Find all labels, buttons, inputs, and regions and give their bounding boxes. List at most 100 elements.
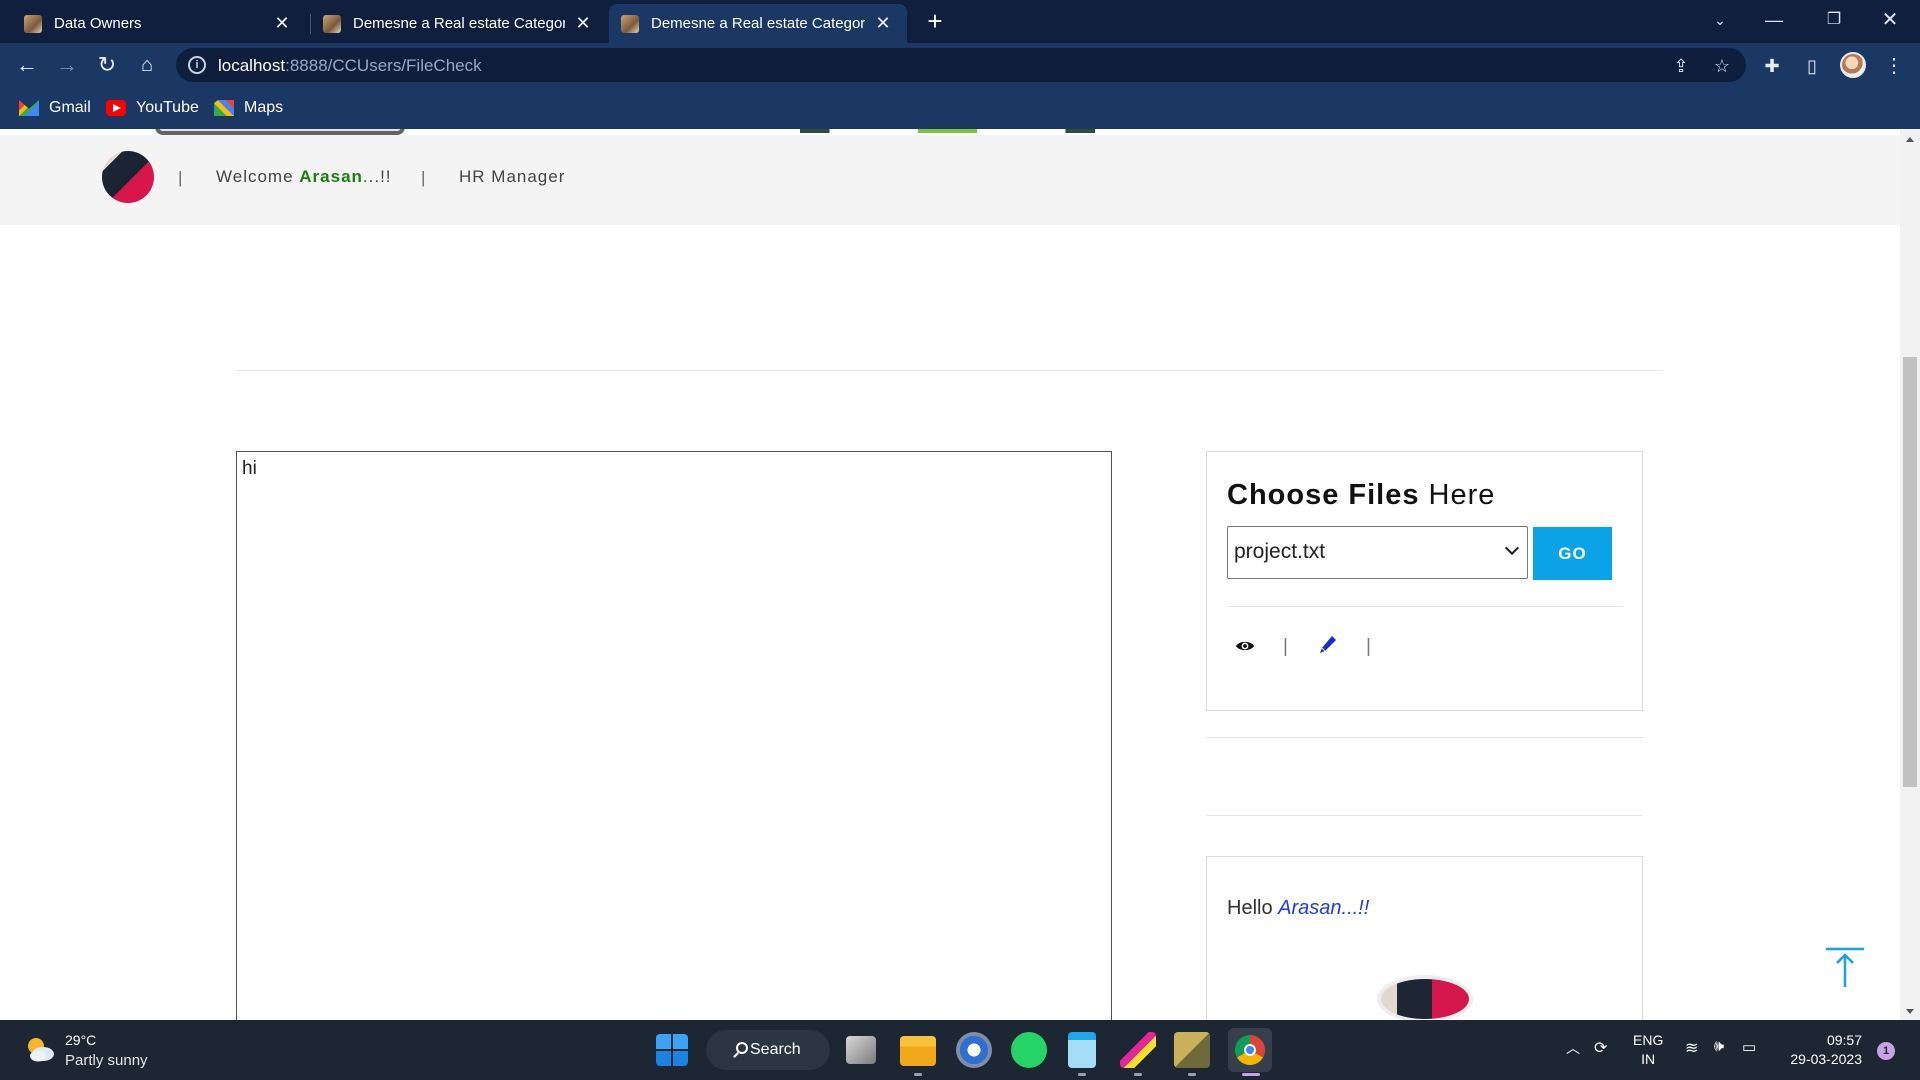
chrome-icon-center — [1244, 1044, 1256, 1056]
search-icon — [736, 1042, 748, 1054]
sidebar-divider — [1206, 815, 1643, 816]
home-icon[interactable]: ⌂ — [131, 49, 163, 81]
gmail-icon — [19, 100, 39, 116]
bookmark-gmail[interactable]: Gmail — [19, 96, 91, 120]
page-viewport: | Welcome Arasan...!! | HR Manager hi Ch… — [0, 129, 1900, 1020]
sidebar-divider — [1206, 737, 1643, 738]
edit-pencil-icon[interactable] — [1319, 635, 1337, 655]
maps-icon — [214, 100, 234, 116]
whatsapp-icon[interactable] — [1011, 1032, 1047, 1068]
bookmark-youtube[interactable]: YouTube — [106, 96, 199, 120]
hello-panel: Hello Arasan...!! — [1206, 856, 1643, 1020]
window-close-icon[interactable]: ✕ — [1862, 0, 1918, 40]
site-favicon-icon — [323, 14, 341, 33]
wifi-icon[interactable]: ≋ — [1685, 1038, 1698, 1058]
share-icon[interactable]: ⇪ — [1670, 55, 1692, 77]
bookmark-label: Gmail — [49, 99, 91, 116]
running-indicator — [1078, 1073, 1086, 1076]
separator: | — [178, 168, 183, 187]
active-indicator — [1242, 1073, 1260, 1076]
scroll-down-arrow-icon[interactable] — [1906, 1009, 1914, 1014]
tab-data-owners[interactable]: Data Owners ✕ — [12, 4, 306, 43]
notification-badge[interactable]: 1 — [1877, 1042, 1895, 1060]
bookmark-maps[interactable]: Maps — [214, 96, 283, 120]
user-avatar — [1377, 975, 1473, 1020]
scroll-up-arrow-icon[interactable] — [1906, 137, 1914, 142]
file-select-dropdown[interactable]: project.txt — [1227, 526, 1528, 579]
go-button[interactable]: GO — [1533, 527, 1612, 580]
running-indicator — [914, 1073, 922, 1076]
file-explorer-icon[interactable] — [900, 1036, 936, 1066]
welcome-bar: | Welcome Arasan...!! | HR Manager — [0, 135, 1900, 225]
file-content-textarea[interactable]: hi — [236, 451, 1112, 1020]
new-tab-icon[interactable]: + — [922, 6, 948, 36]
address-bar[interactable]: i localhost:8888/CCUsers/FileCheck ⇪ ☆ — [176, 48, 1746, 82]
scrollbar-thumb[interactable] — [1903, 357, 1917, 787]
separator: | — [421, 168, 426, 187]
tab-search-chevron-icon[interactable]: ⌄ — [1692, 0, 1748, 40]
battery-icon[interactable]: ▭ — [1742, 1038, 1756, 1056]
tab-title: Data Owners — [54, 15, 142, 32]
search-label: Search — [750, 1041, 801, 1058]
bookmark-label: Maps — [244, 99, 284, 116]
reload-icon[interactable]: ↻ — [91, 49, 123, 81]
panel-title: Choose Files Here — [1227, 479, 1496, 511]
panel-divider — [1227, 606, 1623, 607]
user-name: Arasan — [299, 167, 363, 186]
choose-files-panel: Choose Files Here project.txt GO | | — [1206, 451, 1643, 711]
site-favicon-icon — [621, 14, 639, 33]
extensions-icon[interactable]: ✚ — [1760, 54, 1784, 78]
page-scrollbar[interactable] — [1900, 129, 1920, 1020]
profile-avatar[interactable] — [1840, 52, 1866, 78]
input-language[interactable]: ENG IN — [1633, 1031, 1663, 1069]
chrome-taskbar-button[interactable] — [1228, 1028, 1272, 1072]
tab-demesne-active[interactable]: Demesne a Real estate Category ✕ — [609, 4, 907, 43]
address-url: localhost:8888/CCUsers/FileCheck — [218, 56, 482, 75]
youtube-icon — [106, 100, 126, 116]
user-role: HR Manager — [459, 167, 566, 186]
forward-icon[interactable]: → — [51, 49, 83, 81]
notepad-icon[interactable] — [1068, 1032, 1096, 1068]
tab-title: Demesne a Real estate Category — [353, 15, 565, 32]
browser-toolbar: ← → ↻ ⌂ i localhost:8888/CCUsers/FileChe… — [0, 43, 1920, 87]
section-divider — [236, 370, 1662, 371]
banner-image-fragment — [800, 129, 1095, 133]
paint-brush-app-icon[interactable] — [1120, 1032, 1156, 1068]
windows-taskbar: 29°C Partly sunny Search ︿ ⟳ ENG IN ≋ 🕪 … — [0, 1020, 1920, 1080]
task-view-icon[interactable] — [846, 1036, 876, 1064]
windows-start-icon[interactable] — [656, 1034, 688, 1066]
hello-message: Hello Arasan...!! — [1227, 897, 1370, 919]
chevron-down-icon — [1504, 540, 1520, 556]
sync-icon[interactable]: ⟳ — [1594, 1038, 1607, 1058]
running-indicator — [1134, 1073, 1142, 1076]
side-panel-icon[interactable]: ▯ — [1800, 54, 1824, 78]
hello-user-name: Arasan...!! — [1278, 897, 1370, 919]
minimize-icon[interactable]: — — [1746, 0, 1802, 40]
separator: | — [1283, 636, 1288, 657]
close-icon[interactable]: ✕ — [573, 13, 593, 34]
weather-description: Partly sunny — [65, 1052, 148, 1069]
settings-gear-icon[interactable] — [956, 1032, 992, 1068]
bookmarks-bar: Gmail YouTube Maps — [0, 87, 1920, 129]
server-app-icon[interactable] — [1174, 1032, 1210, 1068]
close-icon[interactable]: ✕ — [272, 13, 292, 34]
tab-demesne-1[interactable]: Demesne a Real estate Category ✕ — [311, 4, 607, 43]
view-eye-icon[interactable] — [1235, 639, 1255, 653]
volume-icon[interactable]: 🕪 — [1714, 1038, 1724, 1056]
selected-file: project.txt — [1234, 540, 1326, 563]
separator: | — [1366, 636, 1371, 657]
system-clock[interactable]: 09:57 29-03-2023 — [1780, 1031, 1862, 1069]
show-hidden-icons-chevron-icon[interactable]: ︿ — [1566, 1038, 1580, 1058]
restore-icon[interactable]: ❐ — [1806, 0, 1862, 40]
partly-sunny-icon[interactable] — [24, 1034, 56, 1064]
taskbar-search[interactable]: Search — [706, 1030, 830, 1070]
close-icon[interactable]: ✕ — [873, 13, 893, 34]
browser-menu-icon[interactable]: ⋮ — [1882, 54, 1906, 78]
running-indicator — [1188, 1073, 1196, 1076]
back-icon[interactable]: ← — [11, 49, 43, 81]
bookmark-star-icon[interactable]: ☆ — [1711, 55, 1733, 77]
browser-tab-strip: Data Owners ✕ Demesne a Real estate Cate… — [0, 0, 1920, 43]
site-info-icon[interactable]: i — [188, 56, 206, 74]
weather-temperature: 29°C — [65, 1032, 97, 1048]
scroll-to-top-icon[interactable] — [1825, 947, 1865, 989]
